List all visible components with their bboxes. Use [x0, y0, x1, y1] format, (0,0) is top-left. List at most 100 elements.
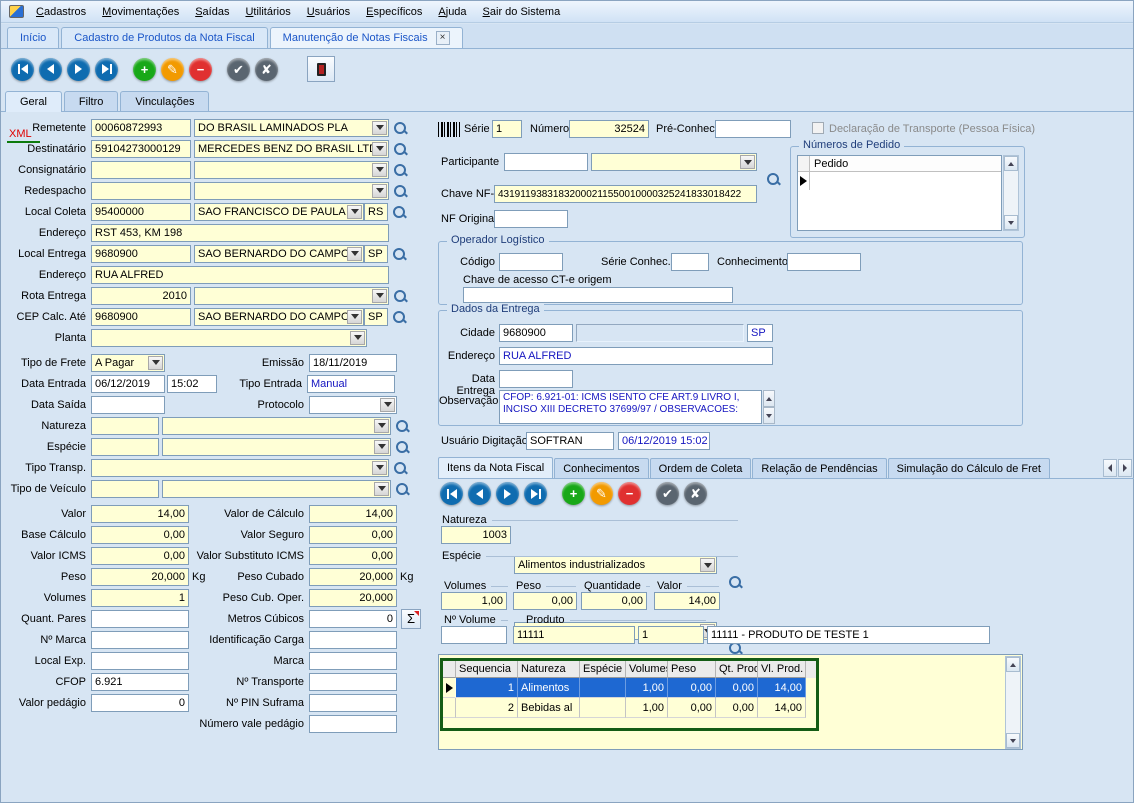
- consignatario-code-field[interactable]: [91, 161, 191, 179]
- valor-calculo-field[interactable]: 14,00: [309, 505, 397, 523]
- grid-header-peso[interactable]: Peso: [668, 661, 716, 678]
- vale-pedagio-field[interactable]: [309, 715, 397, 733]
- add-button[interactable]: +: [133, 58, 156, 81]
- sum-button[interactable]: Σ: [401, 609, 421, 629]
- next-record-button[interactable]: [67, 58, 90, 81]
- natureza-code-field[interactable]: [91, 417, 159, 435]
- redespacho-combo[interactable]: [194, 182, 389, 200]
- item-peso-field[interactable]: 0,00: [513, 592, 577, 610]
- tab-ordem-coleta[interactable]: Ordem de Coleta: [650, 458, 752, 478]
- destinatario-combo[interactable]: MERCEDES BENZ DO BRASIL LTDA: [194, 140, 389, 158]
- tab-scroll-left-icon[interactable]: [1103, 459, 1117, 477]
- codigo-field[interactable]: [499, 253, 563, 271]
- item-edit-button[interactable]: ✎: [590, 482, 613, 505]
- chevron-down-icon[interactable]: [148, 356, 163, 370]
- serie-conhec-field[interactable]: [671, 253, 709, 271]
- chevron-down-icon[interactable]: [374, 419, 389, 433]
- menu-usuarios[interactable]: Usuários: [299, 3, 358, 21]
- tab-conhecimentos[interactable]: Conhecimentos: [554, 458, 648, 478]
- scroll-up-icon[interactable]: [1006, 657, 1020, 672]
- search-icon[interactable]: [393, 141, 408, 157]
- tab-itens-nota-fiscal[interactable]: Itens da Nota Fiscal: [438, 457, 553, 478]
- tipo-veiculo-code-field[interactable]: [91, 480, 159, 498]
- item-produto-name-field[interactable]: 11111 - PRODUTO DE TESTE 1: [707, 626, 990, 644]
- quant-pares-field[interactable]: [91, 610, 189, 628]
- last-record-button[interactable]: [95, 58, 118, 81]
- scroll-down-icon[interactable]: [1004, 215, 1018, 230]
- table-row[interactable]: 1 Alimentos 1,00 0,00 0,00 14,00: [443, 678, 816, 698]
- local-exp-field[interactable]: [91, 652, 189, 670]
- search-icon[interactable]: [393, 183, 408, 199]
- search-icon[interactable]: [392, 204, 407, 220]
- rota-entrega-combo[interactable]: [194, 287, 389, 305]
- natureza-combo[interactable]: [162, 417, 391, 435]
- numero-field[interactable]: 32524: [569, 120, 649, 138]
- table-row[interactable]: 2 Bebidas al 1,00 0,00 0,00 14,00: [443, 698, 816, 718]
- menu-especificos[interactable]: Específicos: [358, 3, 430, 21]
- destinatario-code-field[interactable]: 59104273000129: [91, 140, 191, 158]
- menu-movimentacoes[interactable]: Movimentações: [94, 3, 187, 21]
- local-entrega-combo[interactable]: SAO BERNARDO DO CAMPO: [194, 245, 364, 263]
- local-coleta-uf-field[interactable]: RS: [364, 203, 388, 221]
- chevron-down-icon[interactable]: [347, 247, 362, 261]
- tab-relacao-pendencias[interactable]: Relação de Pendências: [752, 458, 886, 478]
- entrega-endereco-field[interactable]: RUA ALFRED: [499, 347, 773, 365]
- close-tab-icon[interactable]: ×: [436, 31, 450, 45]
- pedidos-list[interactable]: Pedido: [797, 155, 1002, 231]
- chevron-down-icon[interactable]: [372, 163, 387, 177]
- metros-cubicos-field[interactable]: 0: [309, 610, 397, 628]
- especie-code-field[interactable]: [91, 438, 159, 456]
- cancel-button[interactable]: ✘: [255, 58, 278, 81]
- cep-calc-combo[interactable]: SAO BERNARDO DO CAMPO: [194, 308, 364, 326]
- chevron-down-icon[interactable]: [347, 205, 362, 219]
- marca-field[interactable]: [309, 652, 397, 670]
- endereco-entrega-field[interactable]: RUA ALFRED: [91, 266, 389, 284]
- valor-pedagio-field[interactable]: 0: [91, 694, 189, 712]
- tipo-veiculo-combo[interactable]: [162, 480, 391, 498]
- menu-utilitarios[interactable]: Utilitários: [237, 3, 298, 21]
- base-calculo-field[interactable]: 0,00: [91, 526, 189, 544]
- item-first-button[interactable]: [440, 482, 463, 505]
- item-valor-field[interactable]: 14,00: [654, 592, 720, 610]
- menu-saidas[interactable]: Saídas: [187, 3, 237, 21]
- item-cancel-button[interactable]: ✘: [684, 482, 707, 505]
- endereco-coleta-field[interactable]: RST 453, KM 198: [91, 224, 389, 242]
- data-entrada-field[interactable]: 06/12/2019: [91, 375, 165, 393]
- nf-original-field[interactable]: [494, 210, 568, 228]
- item-delete-button[interactable]: −: [618, 482, 641, 505]
- serie-field[interactable]: 1: [492, 120, 522, 138]
- identificacao-carga-field[interactable]: [309, 631, 397, 649]
- tab-inicio[interactable]: Início: [7, 27, 59, 48]
- tab-geral[interactable]: Geral: [5, 91, 62, 112]
- search-icon[interactable]: [392, 246, 407, 262]
- pedido-column-header[interactable]: Pedido: [810, 156, 1001, 171]
- item-add-button[interactable]: +: [562, 482, 585, 505]
- first-record-button[interactable]: [11, 58, 34, 81]
- data-entrega-field[interactable]: [499, 370, 573, 388]
- scroll-down-icon[interactable]: [1006, 733, 1020, 748]
- search-icon[interactable]: [393, 460, 408, 476]
- scroll-up-icon[interactable]: [1004, 156, 1018, 171]
- search-icon[interactable]: [392, 309, 407, 325]
- exit-button[interactable]: [307, 56, 335, 82]
- item-natureza-code-field[interactable]: 1003: [441, 526, 511, 544]
- tipo-frete-combo[interactable]: A Pagar: [91, 354, 165, 372]
- valor-field[interactable]: 14,00: [91, 505, 189, 523]
- hora-entrada-field[interactable]: 15:02: [167, 375, 217, 393]
- grid-header-vl-prod[interactable]: Vl. Prod.: [758, 661, 806, 678]
- chevron-down-icon[interactable]: [350, 331, 365, 345]
- tab-cadastro-produtos[interactable]: Cadastro de Produtos da Nota Fiscal: [61, 27, 267, 48]
- n-transporte-field[interactable]: [309, 673, 397, 691]
- item-produto-code-field[interactable]: 11111: [513, 626, 635, 644]
- chevron-down-icon[interactable]: [372, 184, 387, 198]
- previous-record-button[interactable]: [39, 58, 62, 81]
- chevron-down-icon[interactable]: [380, 398, 395, 412]
- grid-header-natureza[interactable]: Natureza: [518, 661, 580, 678]
- participante-combo[interactable]: [591, 153, 757, 171]
- menu-sair[interactable]: Sair do Sistema: [475, 3, 569, 21]
- valor-icms-field[interactable]: 0,00: [91, 547, 189, 565]
- valor-seguro-field[interactable]: 0,00: [309, 526, 397, 544]
- remetente-code-field[interactable]: 00060872993: [91, 119, 191, 137]
- remetente-combo[interactable]: DO BRASIL LAMINADOS PLA: [194, 119, 389, 137]
- scroll-down-icon[interactable]: [763, 407, 775, 424]
